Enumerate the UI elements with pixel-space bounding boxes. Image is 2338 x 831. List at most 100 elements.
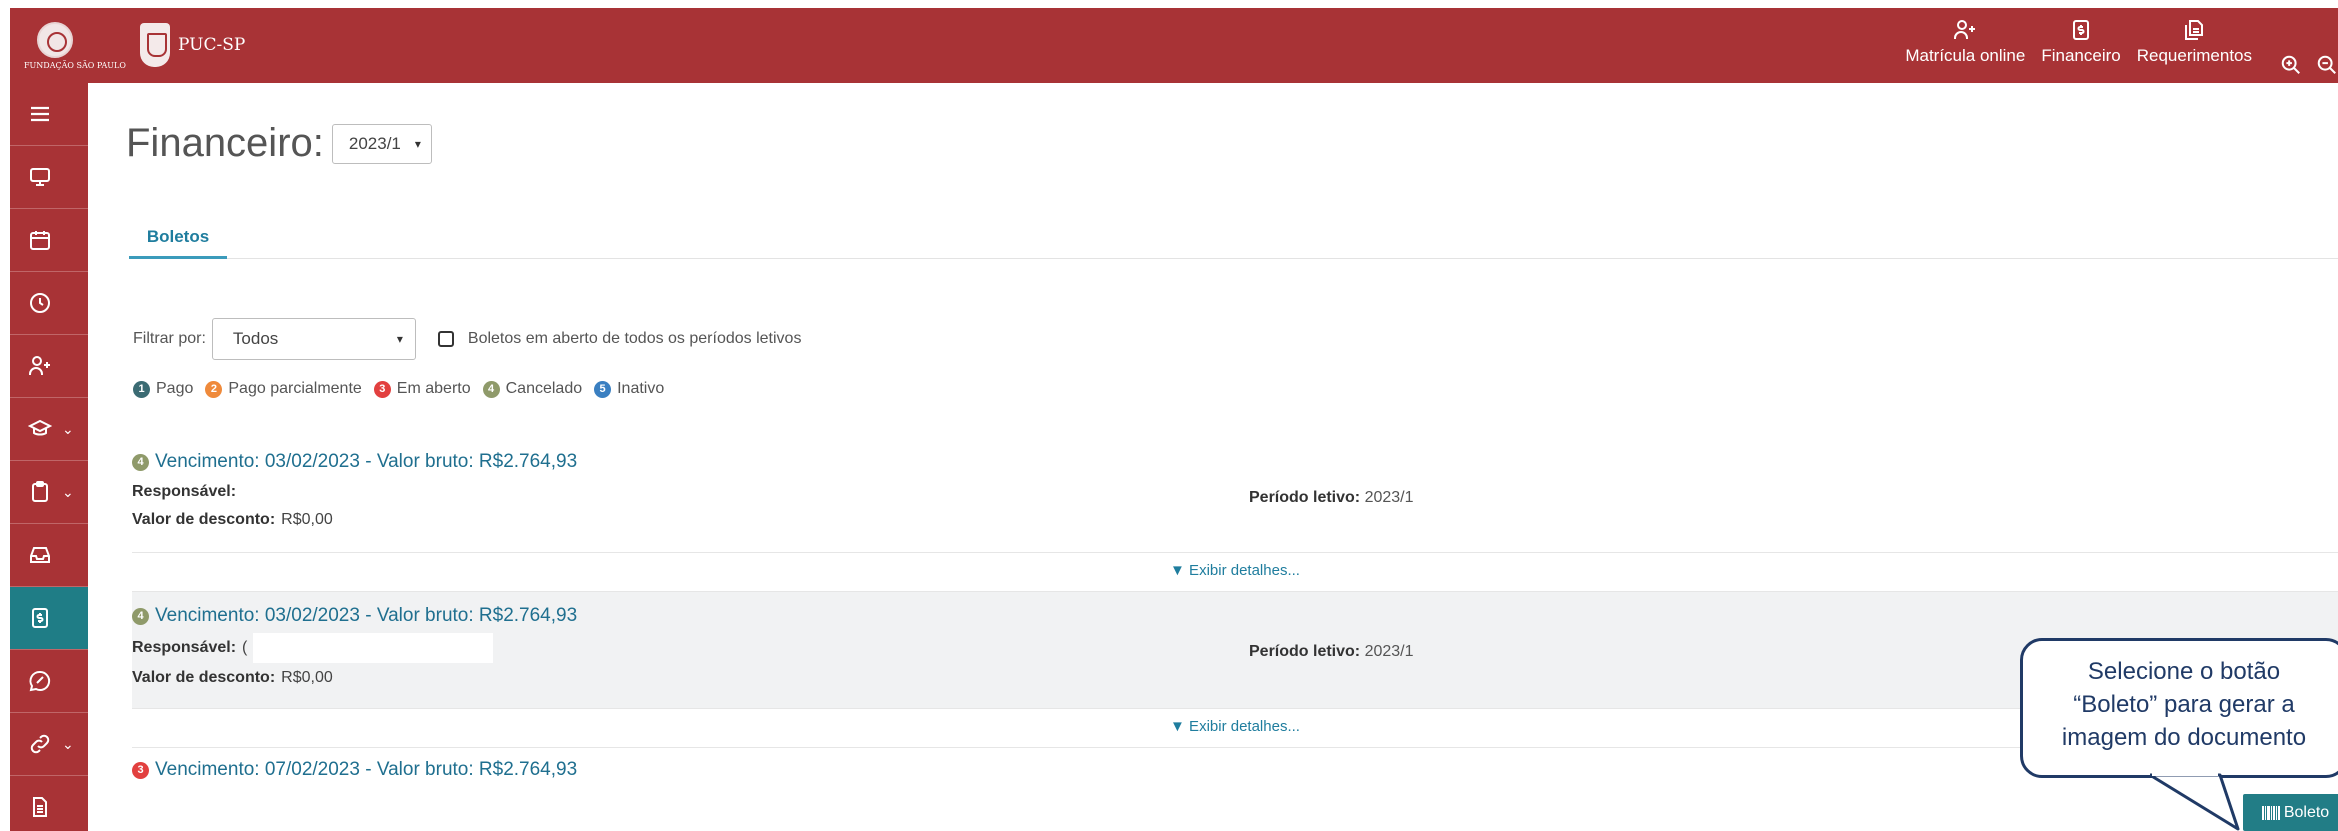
status-dot: 4 [132, 453, 149, 471]
bill-title: Vencimento: 03/02/2023 - Valor bruto: R$… [155, 451, 578, 472]
legend-label: Inativo [617, 380, 665, 397]
page-title: Financeiro: [126, 121, 324, 165]
monitor-icon [30, 168, 50, 186]
bill-title-row[interactable]: 3 Vencimento: 07/02/2023 - Valor bruto: … [132, 759, 2338, 781]
sidebar-item-clipboard[interactable]: ⌄ [10, 461, 88, 524]
desconto-value: R$0,00 [281, 669, 333, 686]
puc-sp-logo[interactable]: PUC-SP [140, 20, 245, 70]
zoom-controls [2280, 18, 2338, 76]
legend-item-inativo: 5 Inativo [594, 380, 664, 398]
period-select-value: 2023/1 [348, 133, 401, 153]
graduation-cap-icon [28, 419, 52, 436]
tabs-bar: Boletos [129, 223, 2338, 259]
inbox-icon [30, 547, 50, 563]
periodo-label: Período letivo: [1249, 489, 1361, 506]
bill-title-row[interactable]: 4 Vencimento: 03/02/2023 - Valor bruto: … [132, 451, 2338, 473]
bill-title: Vencimento: 03/02/2023 - Valor bruto: R$… [155, 605, 578, 626]
bill-details-toggle[interactable]: ▼ Exibir detalhes... [132, 708, 2338, 748]
legend-item-em-aberto: 3 Em aberto [373, 380, 471, 398]
bill-title: Vencimento: 07/02/2023 - Valor bruto: R$… [155, 759, 578, 780]
matricula-online-label: Matrícula online [1905, 46, 2026, 65]
callout-line: Selecione o botão [2087, 658, 2281, 685]
requerimentos-link[interactable]: Requerimentos [2129, 18, 2260, 66]
dollar-doc-icon [32, 608, 48, 628]
user-plus-icon [29, 356, 50, 375]
status-dot: 2 [205, 380, 223, 398]
sidebar-item-inbox[interactable] [10, 524, 88, 587]
page-title-row: Financeiro: 2023/1 ▾ [126, 121, 432, 166]
status-dot: 1 [133, 380, 150, 398]
puc-crest-icon [140, 23, 170, 67]
financeiro-link[interactable]: Financeiro [2033, 18, 2128, 66]
status-dot: 3 [373, 380, 391, 398]
matricula-online-link[interactable]: Matrícula online [1897, 18, 2033, 66]
chat-icon [29, 670, 51, 692]
filter-label: Filtrar por: [133, 330, 206, 347]
user-plus-icon [1953, 18, 1977, 42]
status-dot: 3 [132, 761, 149, 779]
legend-label: Pago parcialmente [228, 380, 362, 397]
dollar-doc-icon [2069, 18, 2093, 42]
app-frame: FUNDAÇÃO SÃO PAULO PUC-SP Matrícula onli… [10, 8, 2338, 831]
top-bar: FUNDAÇÃO SÃO PAULO PUC-SP Matrícula onli… [10, 8, 2338, 83]
financeiro-label: Financeiro [2041, 46, 2121, 65]
link-icon [30, 734, 50, 754]
requerimentos-label: Requerimentos [2136, 46, 2252, 65]
sidebar-item-chat[interactable] [10, 650, 88, 713]
chevron-down-icon: ⌄ [62, 420, 74, 437]
bill-item: 4 Vencimento: 03/02/2023 - Valor bruto: … [132, 451, 2338, 551]
sidebar-item-user-plus[interactable] [10, 335, 88, 398]
status-dot: 4 [482, 380, 500, 398]
redacted-name [253, 633, 494, 663]
status-dot: 5 [594, 380, 612, 398]
boleto-button[interactable]: Boleto [2243, 794, 2338, 831]
filter-row: Filtrar por: Todos ▾ Boletos em aberto d… [133, 318, 801, 360]
legend-item-pago-parcialmente: 2 Pago parcialmente [205, 380, 362, 398]
desconto-label: Valor de desconto: [132, 511, 276, 528]
zoom-out-icon[interactable] [2316, 54, 2338, 76]
responsavel-label: Responsável: [132, 639, 237, 656]
sidebar: ⌄ ⌄ ⌄ [10, 83, 88, 831]
bill-period: Período letivo: 2023/1 [1249, 643, 1414, 661]
main-content: Financeiro: 2023/1 ▾ Boletos Filtrar por… [88, 83, 2338, 831]
sidebar-item-link[interactable]: ⌄ [10, 713, 88, 776]
bill-title-row[interactable]: 4 Vencimento: 03/02/2023 - Valor bruto: … [132, 605, 2338, 627]
documents-icon [2182, 18, 2206, 42]
sidebar-item-menu[interactable] [10, 83, 88, 146]
fundacao-sao-paulo-logo[interactable]: FUNDAÇÃO SÃO PAULO [24, 22, 126, 78]
sidebar-item-clock[interactable] [10, 272, 88, 335]
tab-boletos[interactable]: Boletos [129, 223, 227, 259]
legend-label: Cancelado [505, 380, 583, 397]
chevron-down-icon: ▾ [414, 136, 421, 151]
legend-label: Pago [156, 380, 194, 397]
filter-select[interactable]: Todos ▾ [211, 318, 416, 360]
sidebar-item-monitor[interactable] [10, 146, 88, 209]
sidebar-item-document[interactable] [10, 776, 88, 831]
bill-details-toggle[interactable]: ▼ Exibir detalhes... [132, 552, 2338, 592]
boleto-button-label: Boleto [2283, 803, 2330, 821]
desconto-value: R$0,00 [281, 511, 333, 528]
sidebar-item-graduation[interactable]: ⌄ [10, 398, 88, 461]
responsavel-label: Responsável: [132, 483, 237, 500]
bill-responsavel-row: Responsável: ( [132, 633, 2338, 663]
bill-item: 3 Vencimento: 07/02/2023 - Valor bruto: … [132, 759, 2338, 799]
filter-select-value: Todos [232, 329, 279, 348]
open-bills-checkbox[interactable] [437, 331, 454, 347]
callout-line: “Boleto” para gerar a [2073, 691, 2295, 718]
periodo-label: Período letivo: [1249, 643, 1361, 660]
bill-desconto-row: Valor de desconto: R$0,00 [132, 669, 2338, 687]
legend-item-cancelado: 4 Cancelado [482, 380, 583, 398]
periodo-value: 2023/1 [1364, 643, 1414, 660]
sidebar-item-calendar[interactable] [10, 209, 88, 272]
bill-period: Período letivo: 2023/1 [1249, 489, 1414, 507]
clock-icon [30, 293, 50, 313]
bill-responsavel-row: Responsável: [132, 483, 2338, 501]
period-select[interactable]: 2023/1 ▾ [331, 123, 432, 164]
chevron-down-icon: ⌄ [62, 483, 74, 500]
document-icon [33, 797, 47, 817]
fsp-seal-icon [37, 22, 73, 58]
puc-sp-name: PUC-SP [178, 35, 246, 55]
bill-desconto-row: Valor de desconto: R$0,00 [132, 511, 2338, 529]
zoom-in-icon[interactable] [2280, 54, 2302, 76]
sidebar-item-financeiro[interactable] [10, 587, 88, 650]
